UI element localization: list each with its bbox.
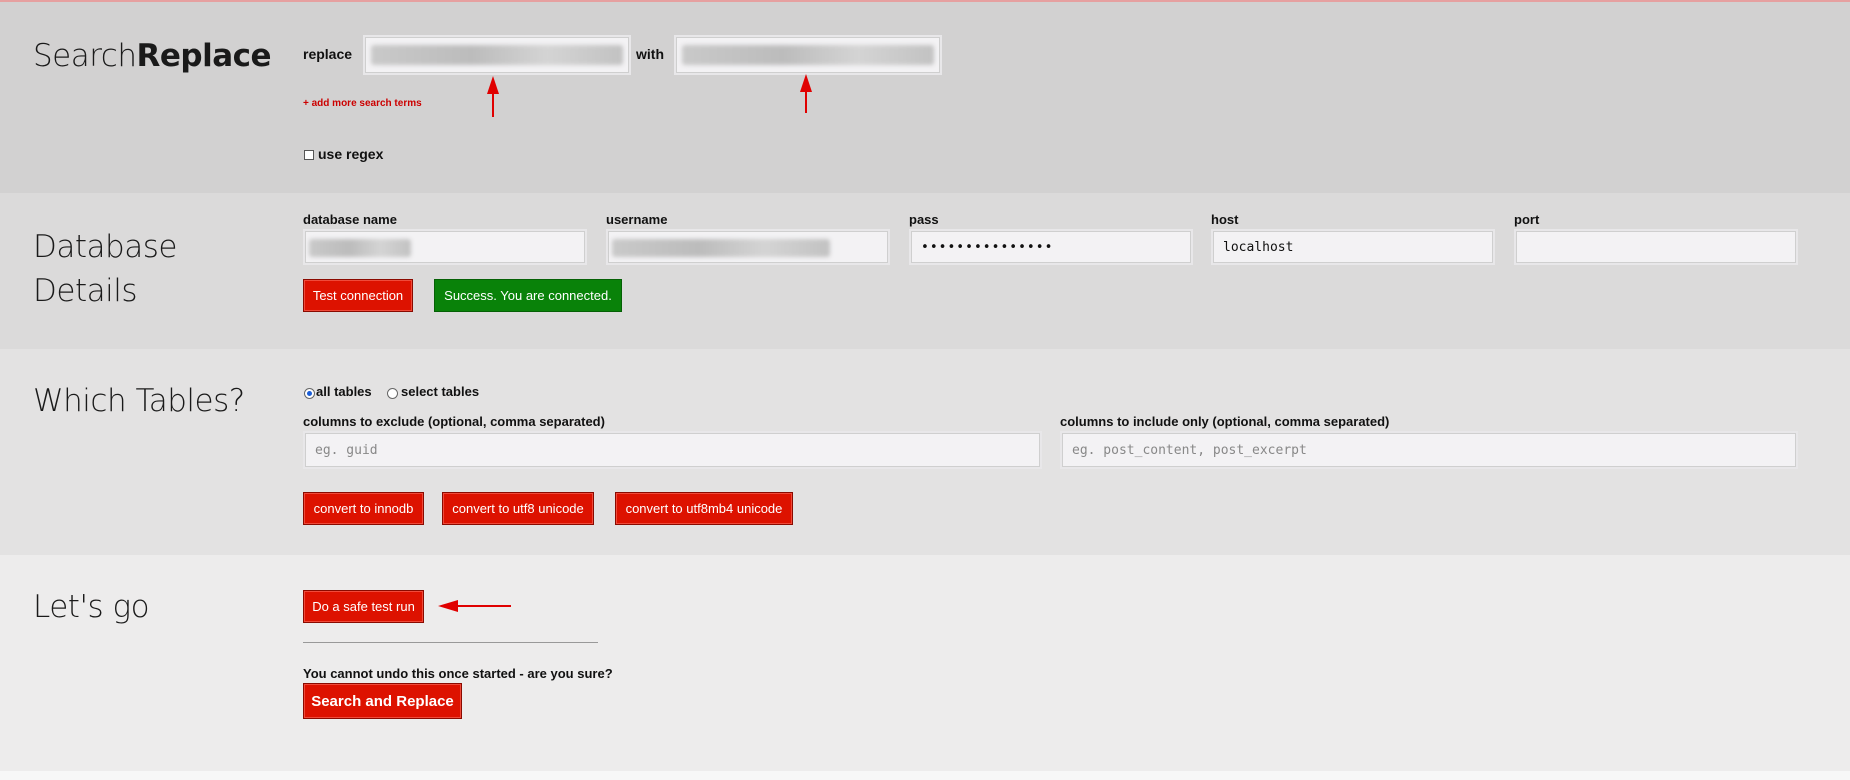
exclude-columns-label: columns to exclude (optional, comma sepa… <box>303 414 605 429</box>
db-name-label: database name <box>303 212 397 227</box>
replace-label: replace <box>303 46 353 62</box>
title-light: Search <box>33 38 137 74</box>
exclude-columns-placeholder: eg. guid <box>315 442 378 458</box>
port-label: port <box>1514 212 1540 227</box>
exclude-columns-input[interactable]: eg. guid <box>303 431 1042 469</box>
port-input[interactable] <box>1514 229 1798 265</box>
lets-go-title: Let's go <box>33 589 150 625</box>
convert-utf8-button[interactable]: convert to utf8 unicode <box>442 492 594 525</box>
search-and-replace-button[interactable]: Search and Replace <box>303 683 462 719</box>
select-tables-label: select tables <box>401 384 480 399</box>
include-columns-placeholder: eg. post_content, post_excerpt <box>1072 442 1307 458</box>
use-regex-label: use regex <box>318 146 384 162</box>
lets-go-section: Let's go Do a safe test run You cannot u… <box>0 555 1850 780</box>
redacted-value <box>309 239 411 257</box>
convert-utf8mb4-button[interactable]: convert to utf8mb4 unicode <box>615 492 793 525</box>
divider <box>303 642 598 643</box>
connection-success-badge: Success. You are connected. <box>434 279 622 312</box>
irreversible-warning: You cannot undo this once started - are … <box>303 666 613 681</box>
all-tables-label: all tables <box>316 384 372 399</box>
redacted-value <box>612 239 830 257</box>
all-tables-radio[interactable] <box>304 388 315 399</box>
search-replace-title: SearchReplace <box>33 34 272 78</box>
use-regex-checkbox[interactable] <box>304 150 314 160</box>
safe-test-run-button[interactable]: Do a safe test run <box>303 590 424 623</box>
title-bold: Replace <box>136 38 272 74</box>
which-tables-section: Which Tables? all tables select tables c… <box>0 349 1850 555</box>
with-input[interactable] <box>674 35 942 75</box>
arrow-left-icon <box>438 600 511 612</box>
arrow-up-icon <box>800 74 812 113</box>
which-tables-title: Which Tables? <box>33 383 245 419</box>
redacted-value <box>682 45 934 65</box>
test-connection-button[interactable]: Test connection <box>303 279 413 312</box>
select-tables-radio[interactable] <box>387 388 398 399</box>
database-details-section: Database Details database name username … <box>0 193 1850 349</box>
convert-innodb-button[interactable]: convert to innodb <box>303 492 424 525</box>
database-title-line2: Details <box>33 273 137 309</box>
database-title: Database Details <box>33 225 177 313</box>
username-input[interactable] <box>606 229 890 265</box>
search-replace-section: SearchReplace replace with + add more se… <box>0 2 1850 193</box>
replace-input[interactable] <box>363 35 631 75</box>
add-more-search-terms-link[interactable]: + add more search terms <box>303 98 422 109</box>
db-name-input[interactable] <box>303 229 587 265</box>
pass-label: pass <box>909 212 939 227</box>
database-title-line1: Database <box>33 229 177 265</box>
include-columns-input[interactable]: eg. post_content, post_excerpt <box>1060 431 1798 469</box>
with-label: with <box>636 46 664 62</box>
pass-input[interactable]: ••••••••••••••• <box>909 229 1193 265</box>
host-label: host <box>1211 212 1239 227</box>
username-label: username <box>606 212 668 227</box>
include-columns-label: columns to include only (optional, comma… <box>1060 414 1390 429</box>
host-input[interactable]: localhost <box>1211 229 1495 265</box>
redacted-value <box>371 45 623 65</box>
